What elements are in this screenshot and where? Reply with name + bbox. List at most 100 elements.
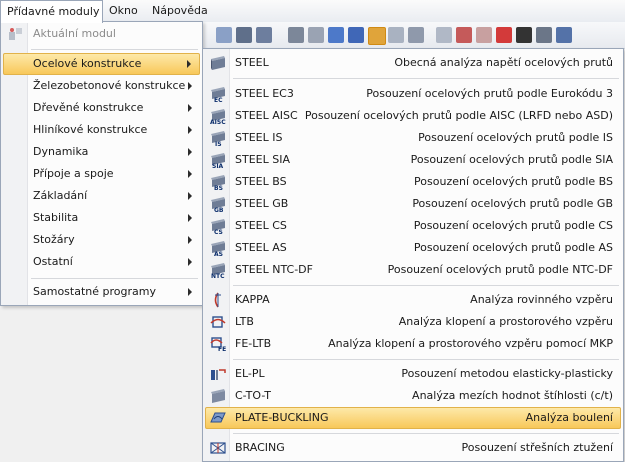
submenu-item-steel-code: STEEL <box>235 56 269 69</box>
submenu-item-steel-ntc-df-code: STEEL NTC-DF <box>235 263 313 276</box>
triangle-icon[interactable] <box>476 27 492 43</box>
submenu-item-c-to-t-code: C-TO-T <box>235 389 272 402</box>
submenu-item-steel-cs[interactable]: CS STEEL CS Posouzení ocelových prutů po… <box>205 215 621 237</box>
grid-icon[interactable] <box>288 27 304 43</box>
submenu-arrow-icon <box>188 82 192 90</box>
submenu-item-kappa[interactable]: KAPPA Analýza rovinného vzpěru <box>205 289 621 311</box>
badge-fe: FE <box>218 346 227 353</box>
menu-item-samostatne-programy[interactable]: Samostatné programy <box>3 281 200 303</box>
table-export-icon[interactable] <box>256 27 272 43</box>
submenu-item-steel-sia[interactable]: SIA STEEL SIA Posouzení ocelových prutů … <box>205 149 621 171</box>
submenu-item-steel-ntc-df[interactable]: NTC STEEL NTC-DF Posouzení ocelových pru… <box>205 259 621 281</box>
rotate-view-icon[interactable] <box>216 27 232 43</box>
menu-item-ostatni[interactable]: Ostatní <box>3 251 200 273</box>
submenu-item-kappa-desc: Analýza rovinného vzpěru <box>470 293 613 306</box>
submenu-item-ltb-code: LTB <box>235 315 254 328</box>
menu-item-stabilita[interactable]: Stabilita <box>3 207 200 229</box>
badge-as: AS <box>214 251 223 258</box>
menu-item-pripoje-label: Přípoje a spoje <box>33 167 114 180</box>
surface-icon[interactable] <box>388 27 404 43</box>
submenu-arrow-icon <box>188 126 192 134</box>
menu-item-stozary[interactable]: Stožáry <box>3 229 200 251</box>
submenu-item-bracing[interactable]: BRACING Posouzení střešních ztužení <box>205 437 621 459</box>
cross-icon[interactable] <box>496 27 512 43</box>
menu-napoveda-label: Nápověda <box>152 4 208 17</box>
menu-pridavne-moduly-label: Přídavné moduly <box>7 5 100 18</box>
submenu-item-steel-aisc[interactable]: AISC STEEL AISC Posouzení ocelových prut… <box>205 105 621 127</box>
submenu-item-steel-is-desc: Posouzení ocelových prutů podle IS <box>418 131 613 144</box>
menu-item-stozary-label: Stožáry <box>33 233 75 246</box>
submenu-separator <box>233 78 619 79</box>
submenu-item-steel-aisc-code: STEEL AISC <box>235 109 298 122</box>
steel-beam-icon <box>211 56 225 70</box>
submenu-item-steel-cs-code: STEEL CS <box>235 219 287 232</box>
submenu-item-ltb-desc: Analýza klopení a prostorového vzpěru <box>398 315 613 328</box>
submenu-item-steel-gb[interactable]: GB STEEL GB Posouzení ocelových prutů po… <box>205 193 621 215</box>
mesh-icon[interactable] <box>308 27 324 43</box>
addon-modules-menu: Aktuální modul Ocelové konstrukce Železo… <box>0 21 203 306</box>
submenu-item-steel-bs-desc: Posouzení ocelových prutů podle BS <box>414 175 613 188</box>
submenu-separator <box>233 285 619 286</box>
submenu-item-el-pl[interactable]: EL-PL Posouzení metodou elasticky-plasti… <box>205 363 621 385</box>
menu-item-zakladani[interactable]: Základání <box>3 185 200 207</box>
section-icon[interactable] <box>328 27 344 43</box>
submenu-item-bracing-code: BRACING <box>235 441 285 454</box>
menu-okno[interactable]: Okno <box>103 0 144 21</box>
menu-item-hlinikove-label: Hliníkové konstrukce <box>33 123 148 136</box>
support-icon[interactable] <box>456 27 472 43</box>
menu-item-current-module-label: Aktuální modul <box>33 27 116 40</box>
link-icon[interactable] <box>436 27 452 43</box>
c-to-t-icon <box>211 389 225 403</box>
submenu-item-steel-ec3[interactable]: EC STEEL EC3 Posouzení ocelových prutů p… <box>205 83 621 105</box>
members-icon[interactable] <box>348 27 364 43</box>
menu-pridavne-moduly[interactable]: Přídavné moduly <box>0 0 103 23</box>
submenu-arrow-icon <box>188 236 192 244</box>
result-icon[interactable] <box>408 27 424 43</box>
submenu-item-ltb[interactable]: LTB Analýza klopení a prostorového vzpěr… <box>205 311 621 333</box>
submenu-arrow-icon <box>188 214 192 222</box>
menu-item-zelezobetonove-label: Železobetonové konstrukce <box>33 79 186 92</box>
submenu-item-steel-desc: Obecná analýza napětí ocelových prutů <box>394 56 613 69</box>
submenu-item-steel-gb-desc: Posouzení ocelových prutů podle GB <box>412 197 613 210</box>
toolbar <box>202 22 625 49</box>
bomb-icon[interactable] <box>516 27 532 43</box>
badge-sia: SIA <box>212 163 224 170</box>
submenu-item-steel-as-desc: Posouzení ocelových prutů podle AS <box>413 241 613 254</box>
submenu-item-el-pl-desc: Posouzení metodou elasticky-plasticky <box>401 367 613 380</box>
menu-item-hlinikove[interactable]: Hliníkové konstrukce <box>3 119 200 141</box>
menu-separator <box>31 278 198 279</box>
table-view-icon[interactable] <box>236 27 252 43</box>
submenu-arrow-icon <box>188 288 192 296</box>
edit-icon[interactable] <box>536 27 552 43</box>
submenu-item-steel-bs[interactable]: BS STEEL BS Posouzení ocelových prutů po… <box>205 171 621 193</box>
submenu-item-fe-ltb-code: FE-LTB <box>235 337 272 350</box>
menu-item-current-module[interactable]: Aktuální modul <box>3 23 200 45</box>
submenu-item-fe-ltb[interactable]: FE FE-LTB Analýza klopení a prostorového… <box>205 333 621 355</box>
submenu-item-steel[interactable]: STEEL Obecná analýza napětí ocelových pr… <box>205 52 621 74</box>
badge-gb: GB <box>214 207 224 214</box>
menu-item-ocelove-konstrukce[interactable]: Ocelové konstrukce <box>3 53 200 75</box>
active-tool-icon[interactable] <box>368 27 386 45</box>
submenu-item-steel-gb-code: STEEL GB <box>235 197 289 210</box>
menu-item-drevene[interactable]: Dřevěné konstrukce <box>3 97 200 119</box>
menu-item-samostatne-programy-label: Samostatné programy <box>33 285 156 298</box>
menu-item-dynamika[interactable]: Dynamika <box>3 141 200 163</box>
submenu-item-plate-buckling-desc: Analýza boulení <box>525 411 613 424</box>
ltb-torsion-icon <box>210 316 226 328</box>
submenu-separator <box>233 359 619 360</box>
submenu-item-steel-is[interactable]: IS STEEL IS Posouzení ocelových prutů po… <box>205 127 621 149</box>
submenu-arrow-icon <box>188 104 192 112</box>
menu-item-pripoje[interactable]: Přípoje a spoje <box>3 163 200 185</box>
badge-bs: BS <box>214 185 223 192</box>
submenu-item-steel-as[interactable]: AS STEEL AS Posouzení ocelových prutů po… <box>205 237 621 259</box>
submenu-item-plate-buckling[interactable]: PLATE-BUCKLING Analýza boulení <box>205 407 621 429</box>
menu-item-ostatni-label: Ostatní <box>33 255 73 268</box>
submenu-item-c-to-t[interactable]: C-TO-T Analýza mezích hodnot štíhlosti (… <box>205 385 621 407</box>
badge-cs: CS <box>214 229 223 236</box>
menu-item-dynamika-label: Dynamika <box>33 145 89 158</box>
menu-napoveda[interactable]: Nápověda <box>146 0 214 21</box>
badge-aisc: AISC <box>210 119 226 126</box>
menu-item-zelezobetonove[interactable]: Železobetonové konstrukce <box>3 75 200 97</box>
menu-separator <box>31 49 198 50</box>
settings-icon[interactable] <box>556 27 572 43</box>
